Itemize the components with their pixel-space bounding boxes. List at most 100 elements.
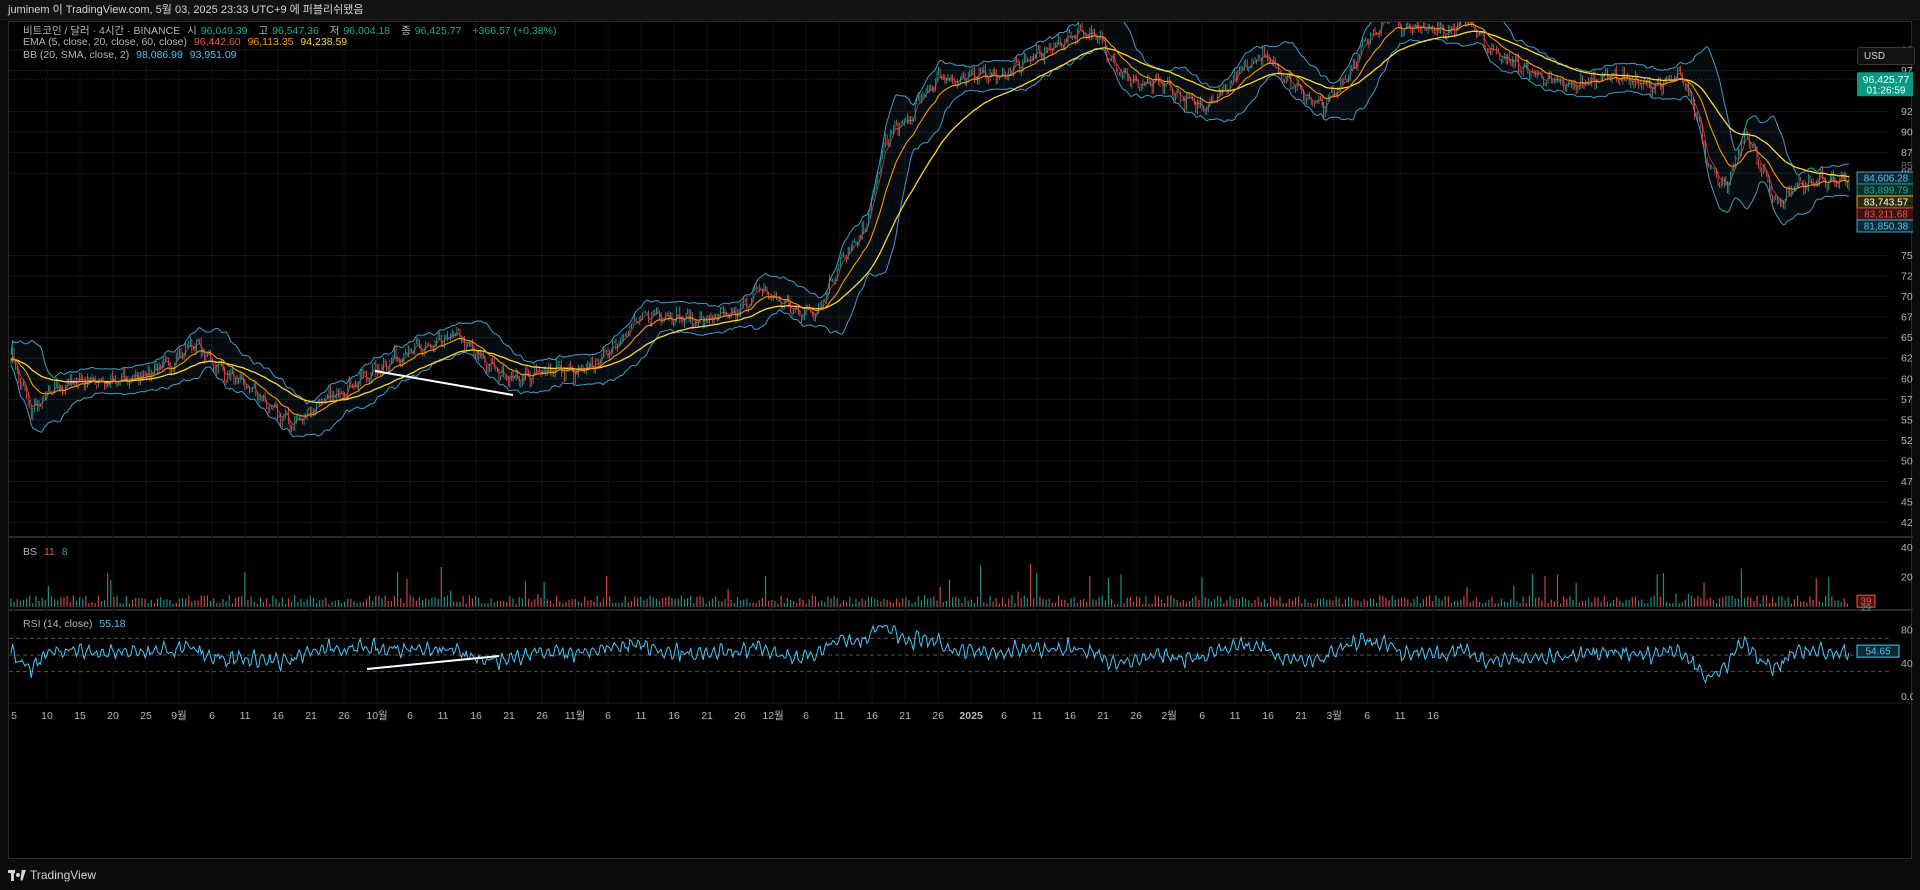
time-tick-label: 11 — [834, 710, 845, 722]
time-tick-label: 6 — [1364, 710, 1370, 722]
time-tick-label: 11 — [1032, 710, 1043, 722]
publish-info-bar: juminem 이 TradingView.com, 5월 03, 2025 2… — [0, 0, 1920, 20]
time-tick-label: 21 — [305, 710, 317, 722]
time-tick-label: 26 — [932, 710, 944, 722]
price-tick-label: 50,000.00 — [1901, 456, 1913, 468]
time-tick-label: 3월 — [1326, 710, 1342, 722]
volume-marker-2: 29 — [1861, 603, 1871, 613]
ema20-value: 96,113.35 — [247, 36, 294, 48]
time-tick-label: 21 — [701, 710, 713, 722]
trendline-rsi[interactable] — [366, 655, 500, 670]
time-tick-label: 26 — [536, 710, 548, 722]
price-tick-label: 57,500.00 — [1901, 394, 1913, 406]
indicator-price-value: 83,899.79 — [1864, 186, 1909, 197]
indicator-price-value: 81,850.38 — [1864, 222, 1909, 233]
tradingview-logo[interactable]: TradingView — [8, 860, 96, 890]
time-tick-label: 26 — [734, 710, 746, 722]
price-tick-label: 90,000.00 — [1901, 127, 1913, 139]
price-tick-label: 65,000.00 — [1901, 332, 1913, 344]
time-tick-label: 11월 — [565, 710, 586, 722]
tradingview-brand: TradingView — [30, 868, 97, 882]
change-value: +366.57 (+0.38%) — [472, 25, 557, 37]
time-tick-label: 21 — [899, 710, 911, 722]
time-tick-label: 9월 — [171, 710, 187, 722]
indicator-price-tag: 84,606.28 — [1856, 171, 1913, 185]
bs-legend[interactable]: BS 11 8 — [23, 546, 72, 558]
time-tick-label: 16 — [1064, 710, 1076, 722]
indicator-price-tag: 81,850.38 — [1856, 219, 1913, 233]
time-tick-label: 16 — [470, 710, 482, 722]
time-tick-label: 6 — [605, 710, 611, 722]
price-tick-label: 52,500.00 — [1901, 435, 1913, 447]
last-price-value: 96,425.77 — [1863, 74, 1910, 86]
price-tick-label: 60,000.00 — [1901, 373, 1913, 385]
time-tick-label: 11 — [1395, 710, 1406, 722]
ema-legend[interactable]: EMA (5, close, 20, close, 60, close) 96,… — [23, 36, 351, 48]
time-tick-label: 6 — [803, 710, 809, 722]
price-tick-label: 47,500.00 — [1901, 476, 1913, 488]
time-tick-label: 25 — [140, 710, 152, 722]
indicator-price-value: 83,743.57 — [1864, 198, 1909, 209]
price-tick-label: 75,000.00 — [1901, 250, 1913, 262]
time-tick-label: 11 — [1230, 710, 1241, 722]
time-tick-label: 26 — [338, 710, 350, 722]
tradingview-logo-icon — [8, 869, 26, 881]
close-label: 종 96,425.77 — [401, 25, 462, 37]
time-tick-label: 21 — [503, 710, 515, 722]
price-tick-label: 45,000.00 — [1901, 497, 1913, 509]
ema60-value: 94,238.59 — [300, 36, 348, 48]
time-tick-label: 21 — [1097, 710, 1109, 722]
time-tick-label: 5 — [11, 710, 17, 722]
price-tick-label: 70,000.00 — [1901, 291, 1913, 303]
footer-bar: TradingView — [0, 860, 1920, 890]
rsi-marker-text: 54.65 — [1865, 647, 1890, 658]
ema-label: EMA (5, close, 20, close, 60, close) — [23, 36, 187, 48]
time-tick-label: 11 — [636, 710, 647, 722]
time-tick-label: 12월 — [762, 710, 783, 722]
rsi-tick-label: 40.00 — [1901, 658, 1913, 670]
rsi-legend[interactable]: RSI (14, close) 55.18 — [23, 618, 130, 630]
price-tick-label: 62,500.00 — [1901, 353, 1913, 365]
time-tick-label: 21 — [1295, 710, 1307, 722]
rsi-tick-label: 80.00 — [1901, 625, 1913, 637]
time-tick-label: 11 — [240, 710, 251, 722]
indicator-price-tag: 83,211.68 — [1856, 207, 1913, 221]
time-tick-label: 6 — [209, 710, 215, 722]
time-tick-label: 11 — [438, 710, 449, 722]
close-value: 96,425.77 — [414, 25, 462, 37]
price-tick-label: 55,000.00 — [1901, 414, 1913, 426]
rsi-label: RSI (14, close) — [23, 618, 93, 630]
time-tick-label: 16 — [1427, 710, 1439, 722]
time-tick-label: 6 — [1199, 710, 1205, 722]
time-tick-label: 16 — [866, 710, 878, 722]
chart-canvas[interactable]: 100,000.0097,500.0092,500.0090,000.0087,… — [9, 22, 1913, 860]
last-price-tag: 96,425.7701:26:59 — [1857, 72, 1913, 96]
price-tick-label: 42,500.00 — [1901, 517, 1913, 529]
bb-lower-value: 93,951.09 — [189, 49, 237, 61]
time-tick-label: 16 — [668, 710, 680, 722]
time-tick-label: 20 — [107, 710, 119, 722]
chart-frame[interactable]: 100,000.0097,500.0092,500.0090,000.0087,… — [8, 21, 1915, 860]
rsi-tick-label: 0.00 — [1901, 691, 1913, 703]
bb-upper-value: 98,086.99 — [136, 49, 183, 61]
time-tick-label: 10 — [41, 710, 53, 722]
hidden-price-label: 85,000.00 — [1901, 160, 1913, 172]
bb-legend[interactable]: BB (20, SMA, close, 2) 98,086.99 93,951.… — [23, 49, 241, 61]
time-tick-label: 6 — [1001, 710, 1007, 722]
time-tick-label: 2025 — [959, 710, 983, 722]
rsi-marker: 54.65 — [1856, 644, 1900, 658]
bs-label: BS — [23, 546, 38, 558]
publish-info-text: juminem 이 TradingView.com, 5월 03, 2025 2… — [8, 4, 364, 16]
indicator-price-value: 83,211.68 — [1864, 210, 1908, 221]
price-tick-label: 67,500.00 — [1901, 312, 1913, 324]
indicator-price-tag: 83,899.79 — [1856, 183, 1913, 197]
bs-value-2: 8 — [61, 546, 68, 558]
bb-label: BB (20, SMA, close, 2) — [23, 49, 130, 61]
time-tick-label: 26 — [1130, 710, 1142, 722]
price-tick-label: 92,500.00 — [1901, 106, 1913, 118]
time-tick-label: 16 — [272, 710, 284, 722]
indicator-price-value: 84,606.28 — [1864, 174, 1909, 185]
time-tick-label: 15 — [74, 710, 86, 722]
currency-selector[interactable]: USD — [1857, 47, 1915, 65]
time-tick-label: 16 — [1262, 710, 1274, 722]
